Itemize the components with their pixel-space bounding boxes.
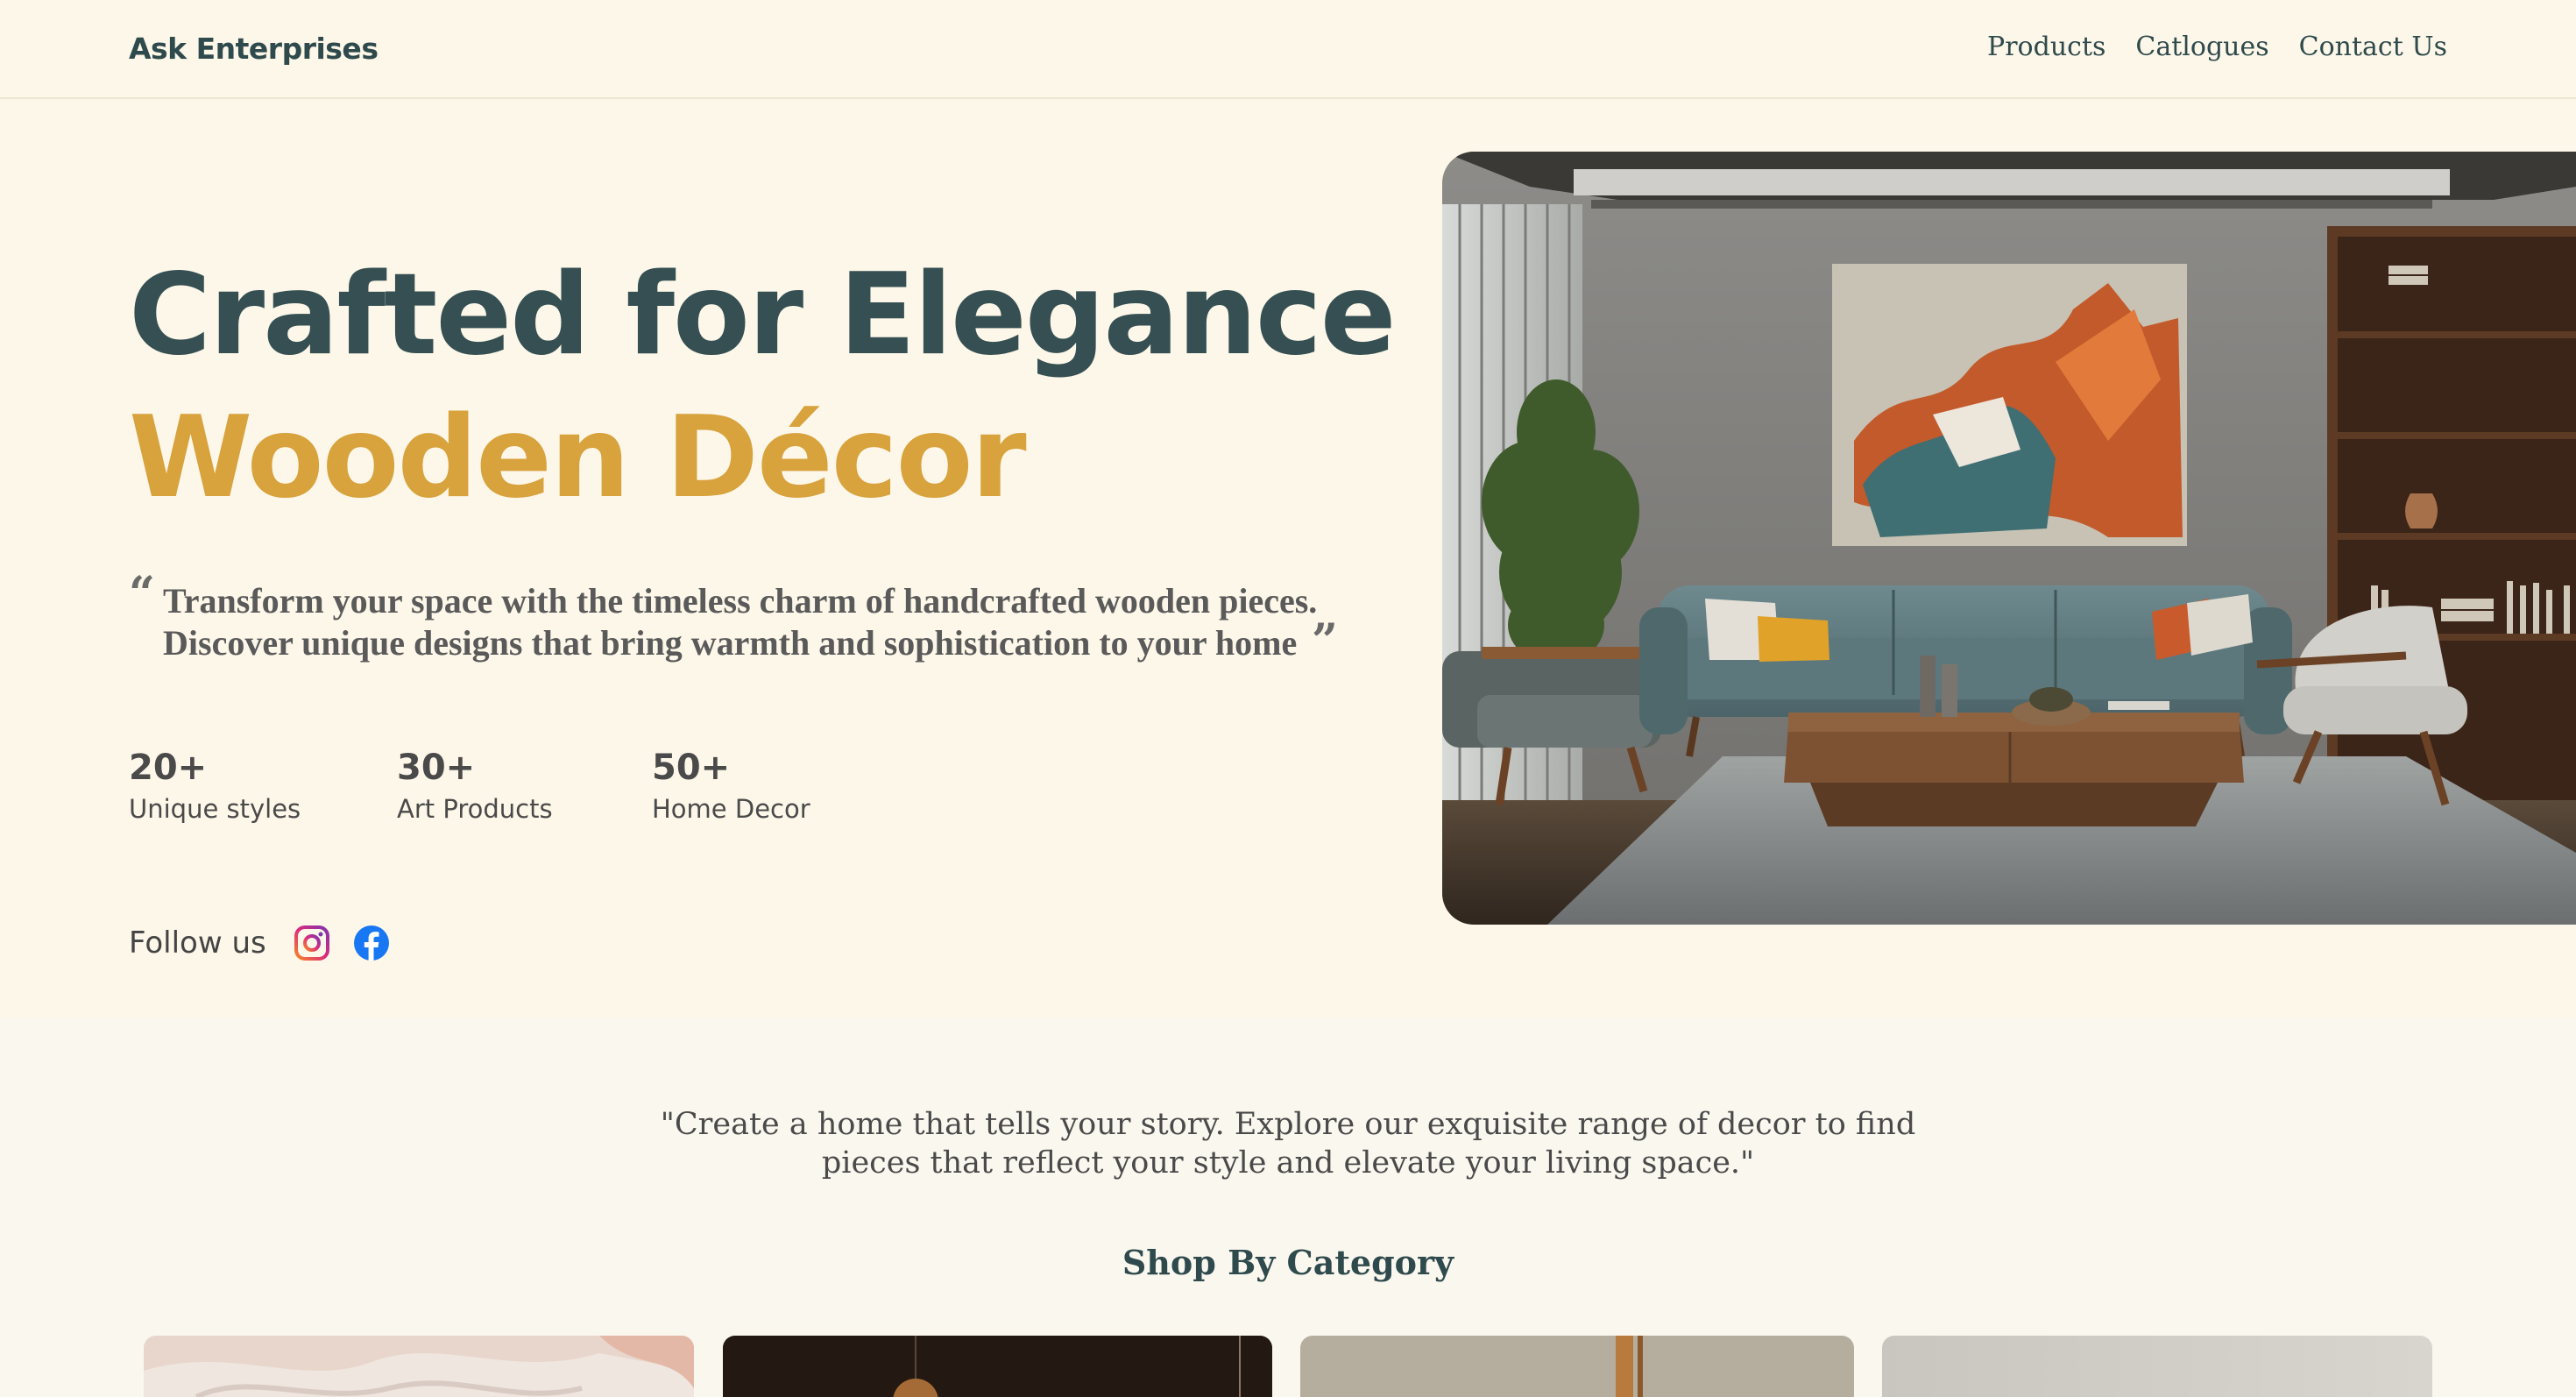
shop-by-category-title: Shop By Category	[1122, 1243, 1454, 1282]
facebook-icon[interactable]	[352, 924, 391, 962]
category-cards	[0, 1336, 2576, 1397]
follow-us: Follow us	[129, 924, 412, 962]
hero-title: Crafted for Elegance	[129, 250, 1397, 380]
nav-link-contact[interactable]: Contact Us	[2299, 32, 2447, 62]
nav-link-products[interactable]: Products	[1987, 32, 2105, 62]
open-quote-icon: “	[129, 567, 155, 620]
hero-living-room-image	[1442, 152, 2576, 925]
nav-link-catalogues[interactable]: Catlogues	[2135, 32, 2268, 62]
intro-quote: "Create a home that tells your story. Ex…	[0, 1105, 2576, 1182]
brand-logo-text[interactable]: Ask Enterprises	[129, 32, 379, 66]
category-card[interactable]	[144, 1336, 694, 1397]
stat-value: 20+	[129, 748, 208, 788]
close-quote-icon: ”	[1312, 614, 1338, 668]
stat-value: 50+	[652, 748, 731, 788]
follow-label: Follow us	[129, 925, 266, 961]
category-card[interactable]	[723, 1336, 1272, 1397]
hero-quote-line-2: Discover unique designs that bring warmt…	[163, 623, 1298, 663]
hero-subtitle: Wooden Décor	[129, 393, 1027, 523]
intro-quote-line-2: pieces that reflect your style and eleva…	[821, 1145, 1755, 1181]
hero-quote-line-1: Transform your space with the timeless c…	[163, 581, 1318, 620]
stat-home-decor: 50+ Home Decor	[652, 747, 810, 824]
stat-art-products: 30+ Art Products	[397, 747, 553, 824]
stat-label: Home Decor	[652, 794, 810, 824]
main-nav: Products Catlogues Contact Us	[1987, 32, 2447, 62]
stat-unique-styles: 20+ Unique styles	[129, 747, 301, 824]
hero-section: Crafted for Elegance Wooden Décor “ Tran…	[0, 100, 2576, 1018]
category-card[interactable]	[1882, 1336, 2432, 1397]
site-header: Ask Enterprises Products Catlogues Conta…	[0, 0, 2576, 99]
instagram-icon[interactable]	[293, 924, 331, 962]
stat-value: 30+	[397, 748, 476, 788]
stat-label: Unique styles	[129, 794, 301, 824]
intro-section: "Create a home that tells your story. Ex…	[0, 1018, 2576, 1397]
category-card[interactable]	[1300, 1336, 1854, 1397]
intro-quote-line-1: "Create a home that tells your story. Ex…	[660, 1107, 1916, 1142]
stat-label: Art Products	[397, 794, 553, 824]
hero-quote: Transform your space with the timeless c…	[163, 580, 1328, 664]
